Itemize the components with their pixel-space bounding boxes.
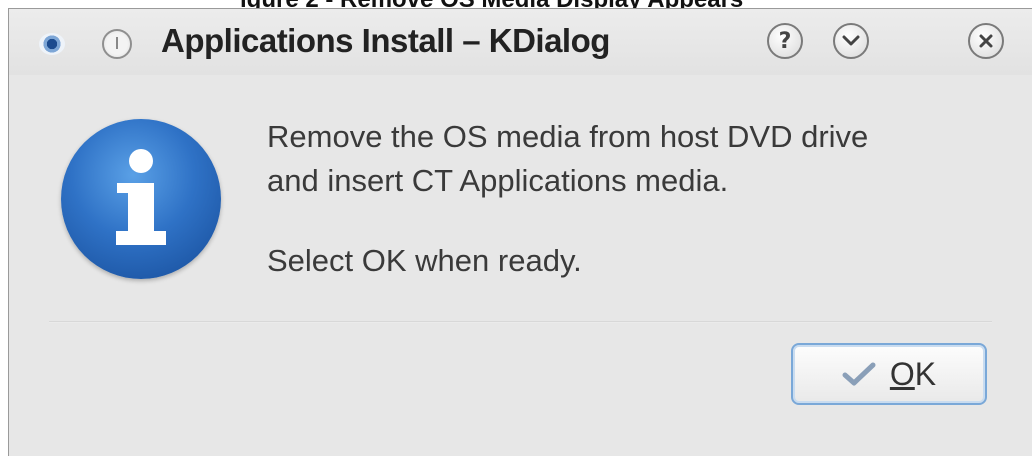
message-line-2: and insert CT Applications media. — [267, 163, 729, 198]
checkmark-icon — [842, 362, 876, 386]
message-line-3: Select OK when ready. — [267, 243, 582, 278]
shade-button[interactable] — [833, 23, 869, 59]
dialog-message: Remove the OS media from host DVD drive … — [267, 115, 1007, 283]
help-button[interactable]: ? — [767, 23, 803, 59]
pin-icon[interactable] — [102, 29, 132, 59]
information-icon — [61, 119, 221, 279]
close-icon — [979, 34, 993, 48]
close-button[interactable] — [968, 23, 1004, 59]
ok-button[interactable]: OK — [791, 343, 987, 405]
window-menu-icon[interactable] — [39, 33, 65, 55]
ok-button-label: OK — [889, 355, 937, 392]
dialog-body: Remove the OS media from host DVD drive … — [9, 75, 1032, 456]
kdialog-window: Applications Install – KDialog ? Remove … — [8, 8, 1032, 456]
window-title: Applications Install – KDialog — [161, 22, 610, 59]
title-bar[interactable]: Applications Install – KDialog ? — [9, 9, 1032, 75]
separator — [49, 321, 992, 323]
message-line-1: Remove the OS media from host DVD drive — [267, 119, 869, 154]
help-icon: ? — [778, 28, 792, 54]
chevron-down-icon — [842, 35, 860, 46]
